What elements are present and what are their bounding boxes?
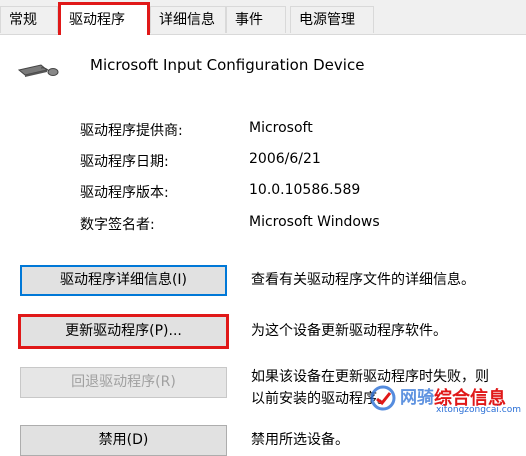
disable-device-button[interactable]: 禁用(D): [20, 425, 227, 456]
digital-signer-label: 数字签名者:: [80, 217, 155, 233]
driver-details-desc: 查看有关驱动程序文件的详细信息。: [251, 272, 475, 288]
tab-general[interactable]: 常规: [0, 6, 58, 33]
tab-power-management[interactable]: 电源管理: [290, 6, 374, 33]
disable-device-desc: 禁用所选设备。: [251, 432, 349, 448]
digital-signer-value: Microsoft Windows: [249, 214, 380, 230]
watermark-site: 网骑: [400, 388, 434, 408]
driver-provider-value: Microsoft: [249, 120, 313, 136]
tab-events[interactable]: 事件: [226, 6, 286, 33]
device-name: Microsoft Input Configuration Device: [90, 56, 365, 74]
update-driver-button[interactable]: 更新驱动程序(P)...: [18, 314, 229, 349]
update-driver-desc: 为这个设备更新驱动程序软件。: [251, 323, 447, 339]
watermark-url: xitongzongcai.com: [436, 405, 521, 415]
rollback-driver-button: 回退驱动程序(R): [20, 367, 227, 398]
driver-date-label: 驱动程序日期:: [80, 154, 169, 170]
driver-details-button[interactable]: 驱动程序详细信息(I): [20, 265, 227, 296]
tab-details[interactable]: 详细信息: [150, 6, 226, 33]
driver-date-value: 2006/6/21: [249, 151, 321, 167]
driver-version-label: 驱动程序版本:: [80, 185, 169, 201]
driver-version-value: 10.0.10586.589: [249, 182, 361, 198]
watermark: 网骑 综合信息 xitongzongcai.com: [370, 383, 521, 417]
driver-provider-label: 驱动程序提供商:: [80, 123, 183, 139]
tab-bar: 常规 驱动程序 详细信息 事件 电源管理: [0, 0, 526, 35]
tab-driver[interactable]: 驱动程序: [58, 2, 150, 35]
keyboard-mouse-icon: [17, 64, 59, 77]
watermark-logo-icon: [370, 385, 396, 411]
